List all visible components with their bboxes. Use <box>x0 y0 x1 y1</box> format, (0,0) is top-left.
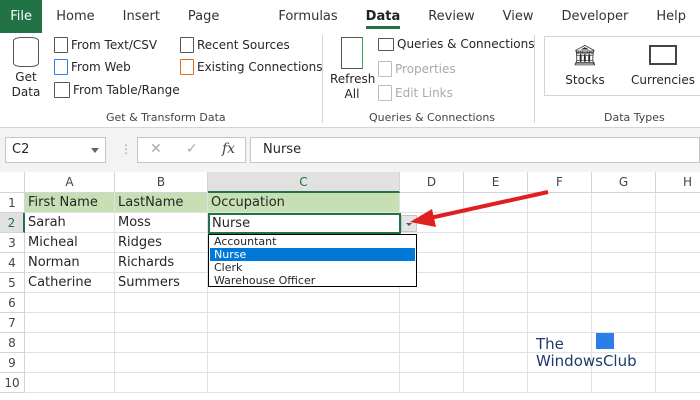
windows-logo-icon <box>596 333 614 349</box>
arrow-head <box>410 209 436 227</box>
arrow-shaft <box>429 190 549 220</box>
watermark-logo: The WindowsClub <box>536 333 637 370</box>
